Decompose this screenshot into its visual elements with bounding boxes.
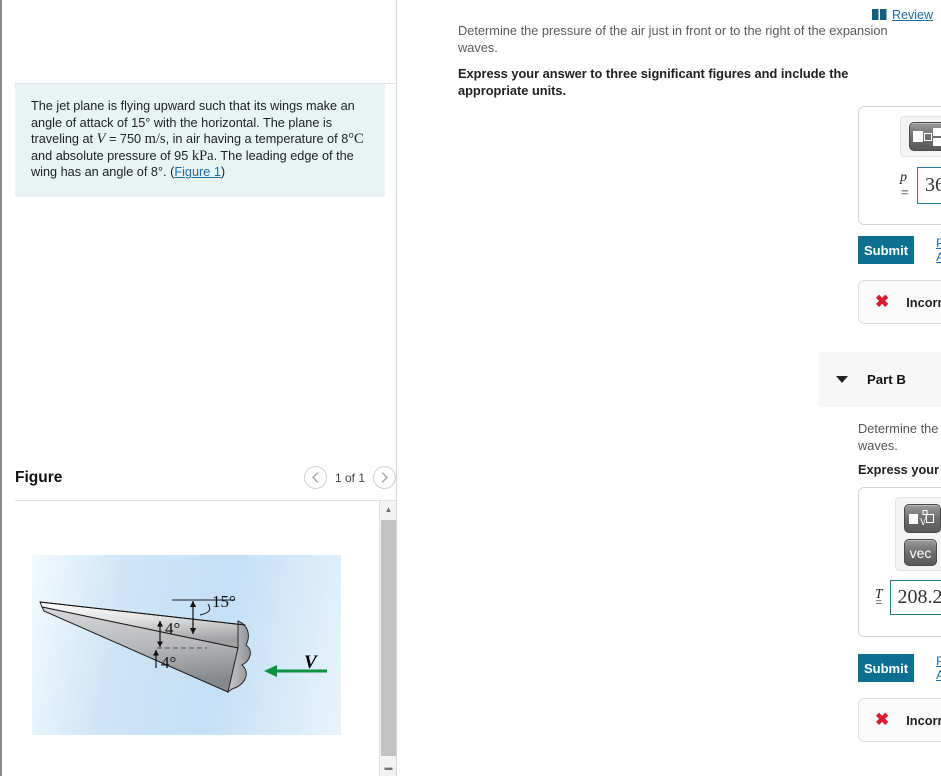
problem-line-4c: . The leading edge xyxy=(213,148,319,163)
jet-wing-diagram: 15° 4° 4° V xyxy=(32,555,341,735)
left-panel: The jet plane is flying upward such that… xyxy=(0,0,396,776)
problem-line-3c: , in air having a temperature of xyxy=(165,132,338,147)
part-b-header[interactable]: Part B xyxy=(819,352,941,407)
problem-line-3a: traveling at xyxy=(31,132,97,147)
part-a-math-toolbar: μÅ ? xyxy=(900,116,941,157)
scrollbar-thumb[interactable] xyxy=(381,520,396,756)
figure-header: Figure 1 of 1 xyxy=(15,466,396,489)
chevron-left-icon[interactable] xyxy=(303,466,327,489)
review-link[interactable]: Review xyxy=(872,8,933,22)
chevron-right-icon[interactable] xyxy=(373,466,396,489)
velocity-unit: m/s xyxy=(144,131,166,148)
figure-title: Figure xyxy=(15,468,63,486)
problem-line-5c: ) xyxy=(220,165,226,180)
part-b-feedback: ✖ Incorrect; Try Again; 5 attempts remai… xyxy=(858,698,941,742)
figure-counter: 1 of 1 xyxy=(334,470,365,485)
figure-scrollbar[interactable]: ▲ ▬ xyxy=(379,501,396,776)
part-b-feedback-text: Incorrect; Try Again; 5 attempts remaini… xyxy=(906,712,941,728)
part-a-question-text: Determine the pressure of the air just i… xyxy=(458,23,888,55)
part-a-input-row: p = xyxy=(900,167,941,204)
part-a-variable-label: p = xyxy=(900,169,910,201)
figure-1-link[interactable]: Figure 1 xyxy=(174,165,221,179)
math-template-icon[interactable] xyxy=(909,122,941,151)
x-mark-icon: ✖ xyxy=(875,292,890,311)
svg-text:4°: 4° xyxy=(161,653,176,672)
vector-icon[interactable]: vec xyxy=(904,539,937,566)
part-b-question: Determine the temperature of the air jus… xyxy=(858,421,941,453)
part-b-answer-box: √ ΑΣφ ↓↑ xyxy=(858,487,941,637)
wing-svg: 15° 4° 4° xyxy=(39,592,327,694)
part-b-previous-answers-link[interactable]: Previous Answers xyxy=(936,654,941,682)
part-b-input-row: T = K xyxy=(875,580,941,615)
x-mark-icon: ✖ xyxy=(875,710,890,729)
part-a-feedback-text: Incorrect; Try Again; 4 attempts remaini… xyxy=(906,294,941,310)
part-b-equals-symbol: = xyxy=(875,594,883,609)
part-b-variable-label: T = xyxy=(875,586,883,609)
figure-navigation: 1 of 1 xyxy=(303,466,396,489)
problem-line-4b: and absolute pressure of 95 xyxy=(31,148,192,163)
part-b-submit-row: Submit Previous Answers Request Answer xyxy=(858,654,941,682)
review-label: Review xyxy=(892,8,933,22)
right-panel: Review Determine the pressure of the air… xyxy=(396,0,941,776)
part-a-submit-row: Submit Previous Answers Request Answer xyxy=(858,236,941,264)
figure-viewport: 15° 4° 4° V ▲ ▬ xyxy=(15,501,396,776)
svg-text:4°: 4° xyxy=(165,619,180,638)
part-a-answer-box: μÅ ? p = xyxy=(858,106,941,225)
part-a-question: Determine the pressure of the air just i… xyxy=(458,22,918,56)
part-a-previous-answers-link[interactable]: Previous Answers xyxy=(936,236,941,264)
triangle-up-icon[interactable]: ▲ xyxy=(380,501,396,518)
part-b-math-toolbar: √ ΑΣφ ↓↑ xyxy=(895,497,941,571)
svg-text:15°: 15° xyxy=(212,592,236,611)
problem-line-3b: = 750 xyxy=(105,132,145,147)
problem-statement: The jet plane is flying upward such that… xyxy=(15,84,385,197)
problem-line-1: The jet plane is flying upward such that… xyxy=(31,99,355,113)
part-b-value-input[interactable] xyxy=(889,580,941,615)
part-b-submit-button[interactable]: Submit xyxy=(858,654,915,682)
caret-down-icon[interactable] xyxy=(836,376,848,383)
page-root: The jet plane is flying upward such that… xyxy=(0,0,941,776)
temperature-unit: °C xyxy=(348,131,364,148)
part-b-instruction: Express your answer using three signific… xyxy=(858,462,941,477)
math-template-root-icon[interactable]: √ xyxy=(904,504,941,533)
problem-line-2b: with the horizontal. The plane is xyxy=(150,115,333,130)
part-a-instruction: Express your answer to three significant… xyxy=(458,66,849,98)
triangle-down-icon[interactable]: ▬ xyxy=(380,759,396,776)
pressure-unit: kPa xyxy=(191,147,214,164)
part-a-feedback: ✖ Incorrect; Try Again; 4 attempts remai… xyxy=(858,280,941,324)
vec-label: vec xyxy=(909,544,932,561)
book-icon xyxy=(872,9,887,20)
problem-line-5b: . ( xyxy=(163,165,175,180)
part-a-submit-button[interactable]: Submit xyxy=(858,236,915,264)
part-a-value-input[interactable] xyxy=(917,167,941,204)
velocity-vector-label: V xyxy=(304,652,317,673)
part-b-title: Part B xyxy=(867,372,906,387)
problem-line-2a: angle of attack of 15 xyxy=(31,115,146,130)
